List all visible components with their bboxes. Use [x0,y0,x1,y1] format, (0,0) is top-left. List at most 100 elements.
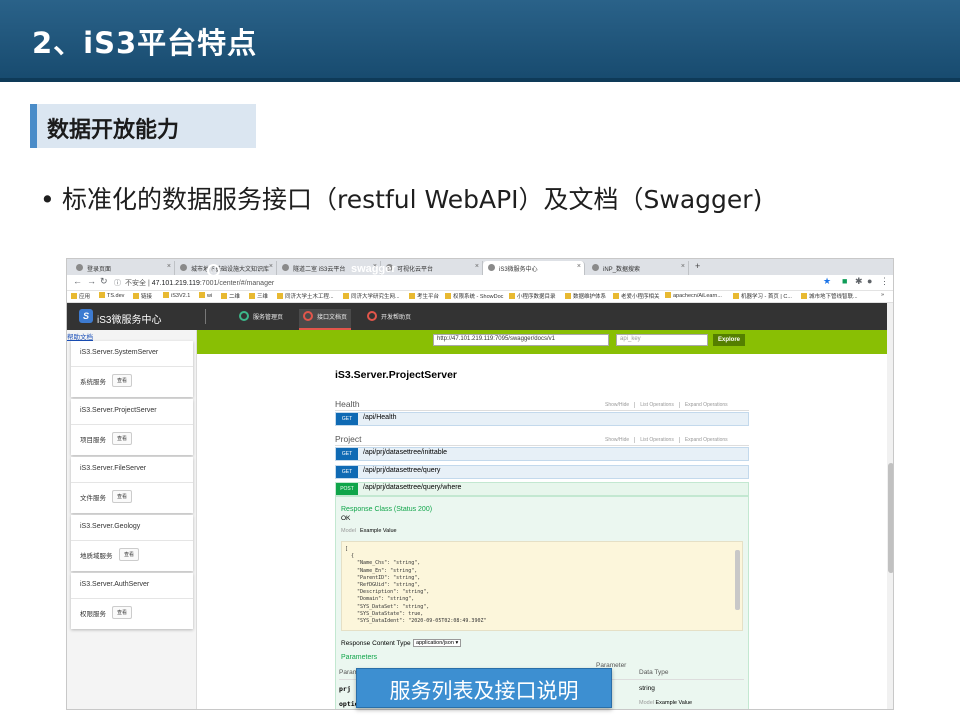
view-button[interactable]: 查看 [112,490,133,503]
reload-icon[interactable]: ↻ [100,276,108,287]
app-title: iS3微服务中心 [97,315,162,326]
server-card: iS3.Server.Geology 地质域服务 查看 [71,515,193,571]
url-field[interactable]: 不安全 | 47.101.219.119:7001/center/#/manag… [125,278,274,288]
star-icon[interactable]: ★ [823,276,831,287]
parameters-heading: Parameters [341,654,378,661]
title-bar-strip [0,78,960,82]
bookmark-item[interactable]: 老爱小程序相关 [613,292,660,300]
bookmark-item[interactable]: 考生平台 [409,292,439,300]
bookmark-item[interactable]: TS.dev [99,292,124,299]
folder-icon [249,293,255,299]
swagger-logo-icon: {·} [207,264,220,277]
swagger-url-input[interactable]: http://47.101.219.119:7095/swagger/docs/… [433,334,609,346]
bookmark-item[interactable]: 城市地下管线智联... [801,292,858,300]
close-tab-icon[interactable]: × [475,263,479,270]
browser-tab[interactable]: 城市地下基础设施大文知识库 × [175,261,277,275]
help-icon [367,311,377,321]
page-scrollbar-thumb[interactable] [888,463,893,573]
server-name: iS3.Server.SystemServer [80,349,159,356]
group-divider [335,445,749,446]
code-scrollbar[interactable] [735,550,740,610]
bookmark-item[interactable]: apachecn/AiLearn... [665,292,722,299]
page-scrollbar[interactable] [887,303,893,709]
bookmark-item[interactable]: 数据维护体系 [565,292,606,300]
bookmark-page-icon [509,293,515,299]
bookmark-item[interactable]: 权限系统 - ShowDoc [445,292,503,300]
browser-tab-active[interactable]: iS3微服务中心 × [483,261,585,275]
database-icon [239,311,249,321]
example-value-code: [ { "Name_Chs": "string", "Name_En": "st… [341,541,743,631]
operation-row-post[interactable]: POST /api/prj/datasettree/query/where [335,482,749,496]
card-divider [71,482,193,483]
group-title-health[interactable]: Health [335,399,360,409]
menu-dev-help[interactable]: 开发帮助页 [363,309,415,330]
view-button[interactable]: 查看 [112,374,133,387]
close-tab-icon[interactable]: × [167,263,171,270]
puzzle-icon[interactable]: ✱ [855,276,863,287]
menu-service-manage[interactable]: 服务管理页 [235,309,287,330]
param-name: prj [339,685,351,693]
expand-operations-link[interactable]: Expand Operations [678,437,728,443]
param-model-tab[interactable]: Model Example Value [639,700,692,706]
view-button[interactable]: 查看 [112,432,133,445]
bug-icon [303,311,313,321]
browser-tab[interactable]: iNP_数据搜索 × [587,261,689,275]
folder-icon [163,292,169,298]
show-hide-link[interactable]: Show/Hide [605,402,629,408]
operation-row[interactable]: GET /api/prj/datasettree/query [335,465,749,479]
view-button[interactable]: 查看 [119,548,140,561]
bookmark-item[interactable]: 三维 [249,292,268,300]
account-icon[interactable]: ● [867,276,872,286]
operation-row[interactable]: GET /api/Health [335,412,749,426]
api-key-input[interactable]: api_key [616,334,708,346]
example-value-tab[interactable]: Example Value [360,528,397,534]
operation-row[interactable]: GET /api/prj/datasettree/inittable [335,447,749,461]
view-button[interactable]: 查看 [112,606,133,619]
group-title-project[interactable]: Project [335,434,361,444]
expand-operations-link[interactable]: Expand Operations [678,402,728,408]
model-tab[interactable]: Model [341,528,356,534]
browser-tab[interactable]: 登录页面 × [71,261,175,275]
http-verb-badge: GET [336,466,358,478]
bookmark-item[interactable]: 小程序数据目录 [509,292,556,300]
bookmark-item[interactable]: 链接 [133,292,152,300]
back-icon[interactable]: ← [73,276,82,286]
folder-icon [99,292,105,298]
favicon-icon [488,264,495,271]
header-divider [205,309,206,324]
menu-api-docs[interactable]: 接口文档页 [299,309,352,330]
bookmark-page-icon [613,293,619,299]
response-status: OK [341,515,351,522]
explore-button[interactable]: Explore [713,334,745,346]
bookmark-item[interactable]: 机器学习 - 首页 | C... [733,292,792,300]
extension-icon[interactable]: ■ [842,276,847,286]
app-header: S iS3微服务中心 服务管理页 接口文档页 开发帮助页 [67,303,887,330]
bookmark-page-icon [445,293,451,299]
close-tab-icon[interactable]: × [577,263,581,270]
bookmarks-more-icon[interactable]: » [881,292,884,298]
bookmark-item[interactable]: 同济大学研究生网... [343,292,400,300]
bookmark-item[interactable]: wi [199,292,212,299]
caption-box: 服务列表及接口说明 [356,668,612,708]
new-tab-icon[interactable]: + [695,261,700,271]
close-tab-icon[interactable]: × [681,263,685,270]
browser-tab[interactable]: 可视化云平台 × [381,261,483,275]
response-content-type-select[interactable]: application/json ▾ [413,639,462,647]
favicon-icon [592,264,599,271]
bookmark-item[interactable]: 二维 [221,292,240,300]
favicon-icon [282,264,289,271]
close-tab-icon[interactable]: × [269,263,273,270]
list-operations-link[interactable]: List Operations [634,402,674,408]
bookmark-item[interactable]: 应用 [71,292,90,300]
bookmark-item[interactable]: iS3V2.1 [163,292,190,299]
list-operations-link[interactable]: List Operations [634,437,674,443]
bookmarks-bar: 应用 TS.dev 链接 iS3V2.1 wi 二维 三维 同济大学土木工程..… [67,291,893,303]
forward-icon[interactable]: → [87,276,96,286]
bookmark-item[interactable]: 同济大学土木工程... [277,292,334,300]
help-docs-link[interactable]: 帮助文档 [67,331,93,341]
info-icon[interactable]: ⓘ [114,278,121,288]
server-sidebar: 帮助文档 iS3.Server.SystemServer 系统服务 查看 iS3… [67,330,197,709]
model-tabs: Model Example Value [341,528,397,534]
show-hide-link[interactable]: Show/Hide [605,437,629,443]
menu-kebab-icon[interactable]: ⋮ [880,276,889,287]
